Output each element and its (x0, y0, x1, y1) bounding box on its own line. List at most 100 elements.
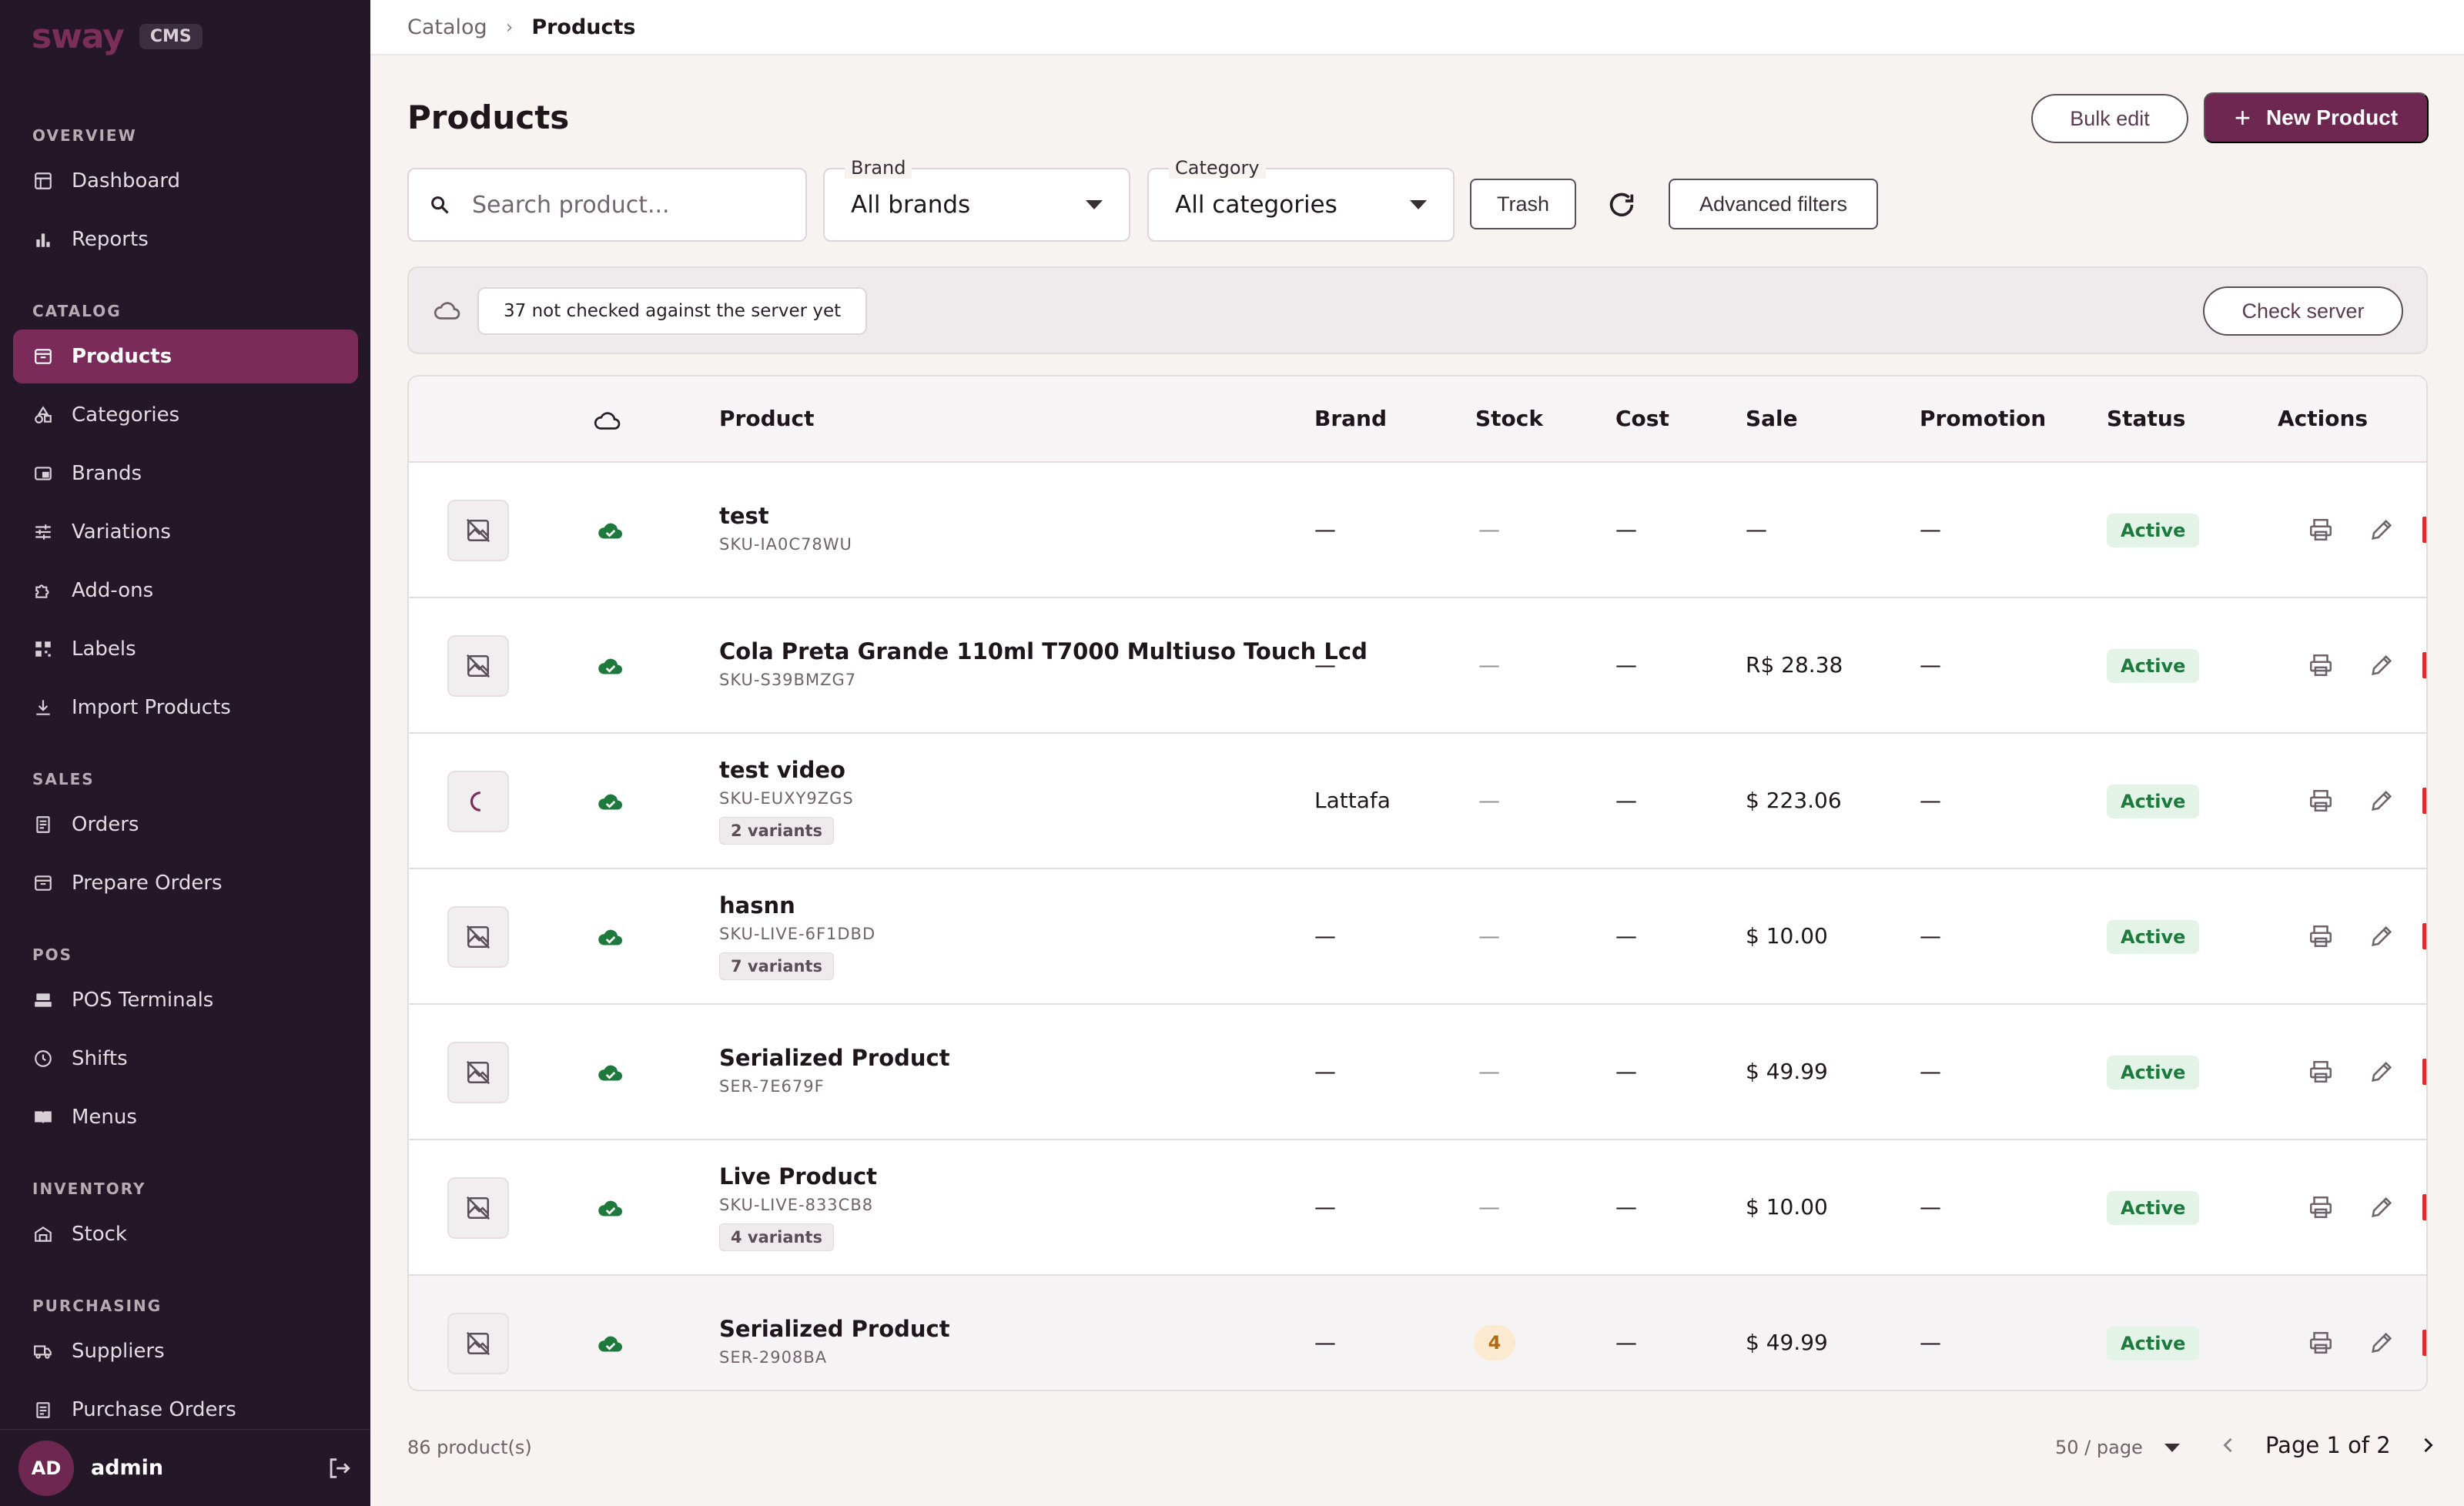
stock-cell: — (1478, 923, 1500, 949)
sidebar-item-orders[interactable]: Orders (13, 798, 358, 852)
sale-cell: $ 10.00 (1746, 923, 1828, 949)
edit-icon[interactable] (2369, 1194, 2395, 1220)
stock-badge: 4 (1474, 1325, 1515, 1360)
trash-button[interactable]: Trash (1470, 179, 1576, 229)
cms-badge: CMS (139, 24, 203, 49)
edit-icon[interactable] (2369, 923, 2395, 949)
promotion-cell: — (1920, 788, 1941, 813)
promotion-cell: — (1920, 1059, 1941, 1084)
delete-icon[interactable] (2422, 652, 2426, 678)
sale-cell: $ 49.99 (1746, 1330, 1828, 1355)
header-sale[interactable]: Sale (1746, 406, 1798, 431)
sidebar-item-labels[interactable]: Labels (13, 622, 358, 676)
promotion-cell: — (1920, 1330, 1941, 1355)
edit-icon[interactable] (2369, 517, 2395, 543)
variants-badge: 2 variants (719, 817, 834, 845)
sidebar-item-menus[interactable]: Menus (13, 1090, 358, 1144)
chevron-left-icon[interactable] (2218, 1434, 2239, 1456)
bulk-edit-button[interactable]: Bulk edit (2031, 94, 2188, 143)
header-cost[interactable]: Cost (1615, 406, 1669, 431)
logo[interactable]: sway (32, 17, 125, 56)
edit-icon[interactable] (2369, 652, 2395, 678)
sidebar-item-reports[interactable]: Reports (13, 213, 358, 266)
delete-icon[interactable] (2422, 1194, 2426, 1220)
print-icon[interactable] (2308, 923, 2334, 949)
sidebar-item-dashboard[interactable]: Dashboard (13, 154, 358, 208)
product-sku: SKU-LIVE-6F1DBD (719, 925, 876, 943)
edit-icon[interactable] (2369, 1330, 2395, 1356)
sidebar-item-variations[interactable]: Variations (13, 505, 358, 559)
header-status[interactable]: Status (2107, 406, 2185, 431)
sidebar-item-pos-terminals[interactable]: POS Terminals (13, 973, 358, 1027)
terminal-icon (33, 990, 53, 1010)
sidebar-item-stock[interactable]: Stock (13, 1207, 358, 1261)
advanced-filters-button[interactable]: Advanced filters (1669, 179, 1878, 229)
print-icon[interactable] (2308, 1194, 2334, 1220)
header-promotion[interactable]: Promotion (1920, 406, 2046, 431)
print-icon[interactable] (2308, 1330, 2334, 1356)
brand-select[interactable]: Brand All brands (823, 157, 1130, 242)
breadcrumb-catalog[interactable]: Catalog (407, 15, 487, 39)
table-row[interactable]: test video SKU-EUXY9ZGS 2 variants Latta… (409, 734, 2426, 869)
refresh-icon[interactable] (1606, 189, 1637, 220)
sidebar-item-suppliers[interactable]: Suppliers (13, 1324, 358, 1378)
sidebar-item-categories[interactable]: Categories (13, 388, 358, 442)
header-product[interactable]: Product (719, 406, 815, 431)
delete-icon[interactable] (2422, 1059, 2426, 1085)
search-input[interactable] (472, 191, 780, 219)
table-row[interactable]: Serialized Product SER-7E679F — — — $ 49… (409, 1005, 2426, 1140)
page-indicator: Page 1 of 2 (2265, 1432, 2391, 1458)
sidebar-item-label: Add-ons (72, 579, 154, 602)
status-badge: Active (2107, 1327, 2200, 1360)
sidebar-item-import-products[interactable]: Import Products (13, 681, 358, 735)
product-name[interactable]: test (719, 503, 769, 529)
table-row[interactable]: hasnn SKU-LIVE-6F1DBD 7 variants — — — $… (409, 869, 2426, 1005)
product-name[interactable]: Serialized Product (719, 1316, 950, 1342)
print-icon[interactable] (2308, 517, 2334, 543)
product-sku: SER-7E679F (719, 1077, 825, 1096)
package-icon (33, 873, 53, 893)
download-icon (33, 698, 53, 718)
logout-icon[interactable] (326, 1455, 352, 1481)
sidebar-item-label: Reports (72, 228, 149, 251)
table-row[interactable]: test SKU-IA0C78WU — — — — — Active (409, 463, 2426, 598)
print-icon[interactable] (2308, 788, 2334, 814)
chevron-right-icon[interactable] (2417, 1434, 2439, 1456)
status-badge: Active (2107, 920, 2200, 954)
edit-icon[interactable] (2369, 1059, 2395, 1085)
edit-icon[interactable] (2369, 788, 2395, 814)
sidebar-item-label: POS Terminals (72, 989, 214, 1012)
table-row[interactable]: Live Product SKU-LIVE-833CB8 4 variants … (409, 1140, 2426, 1276)
delete-icon[interactable] (2422, 517, 2426, 543)
table-row[interactable]: Cola Preta Grande 110ml T7000 Multiuso T… (409, 598, 2426, 734)
sidebar-item-products[interactable]: Products (13, 330, 358, 383)
print-icon[interactable] (2308, 652, 2334, 678)
product-name[interactable]: Serialized Product (719, 1045, 950, 1071)
sidebar-item-label: Shifts (72, 1047, 128, 1070)
per-page-select[interactable]: 50 / page (2055, 1437, 2180, 1458)
delete-icon[interactable] (2422, 788, 2426, 814)
check-server-button[interactable]: Check server (2203, 286, 2403, 336)
new-product-button[interactable]: + New Product (2204, 92, 2429, 143)
header-actions: Actions (2278, 406, 2369, 431)
product-name[interactable]: test video (719, 757, 845, 783)
header-brand[interactable]: Brand (1314, 406, 1387, 431)
header-stock[interactable]: Stock (1475, 406, 1543, 431)
sidebar-item-brands[interactable]: Brands (13, 447, 358, 500)
cloud-icon (434, 302, 460, 320)
delete-icon[interactable] (2422, 1330, 2426, 1356)
category-select[interactable]: Category All categories (1147, 157, 1455, 242)
print-icon[interactable] (2308, 1059, 2334, 1085)
sidebar-item-addons[interactable]: Add-ons (13, 564, 358, 617)
product-name[interactable]: Cola Preta Grande 110ml T7000 Multiuso T… (719, 638, 1368, 664)
product-name[interactable]: Live Product (719, 1163, 877, 1190)
cost-cell: — (1615, 517, 1637, 542)
sidebar-item-prepare-orders[interactable]: Prepare Orders (13, 856, 358, 910)
product-count: 86 product(s) (407, 1437, 532, 1458)
sidebar-item-shifts[interactable]: Shifts (13, 1032, 358, 1086)
avatar[interactable]: AD (18, 1440, 74, 1496)
product-name[interactable]: hasnn (719, 892, 795, 919)
table-row[interactable]: Serialized Product SER-2908BA — 4 — $ 49… (409, 1276, 2426, 1390)
delete-icon[interactable] (2422, 923, 2426, 949)
no-image-icon (447, 500, 509, 561)
